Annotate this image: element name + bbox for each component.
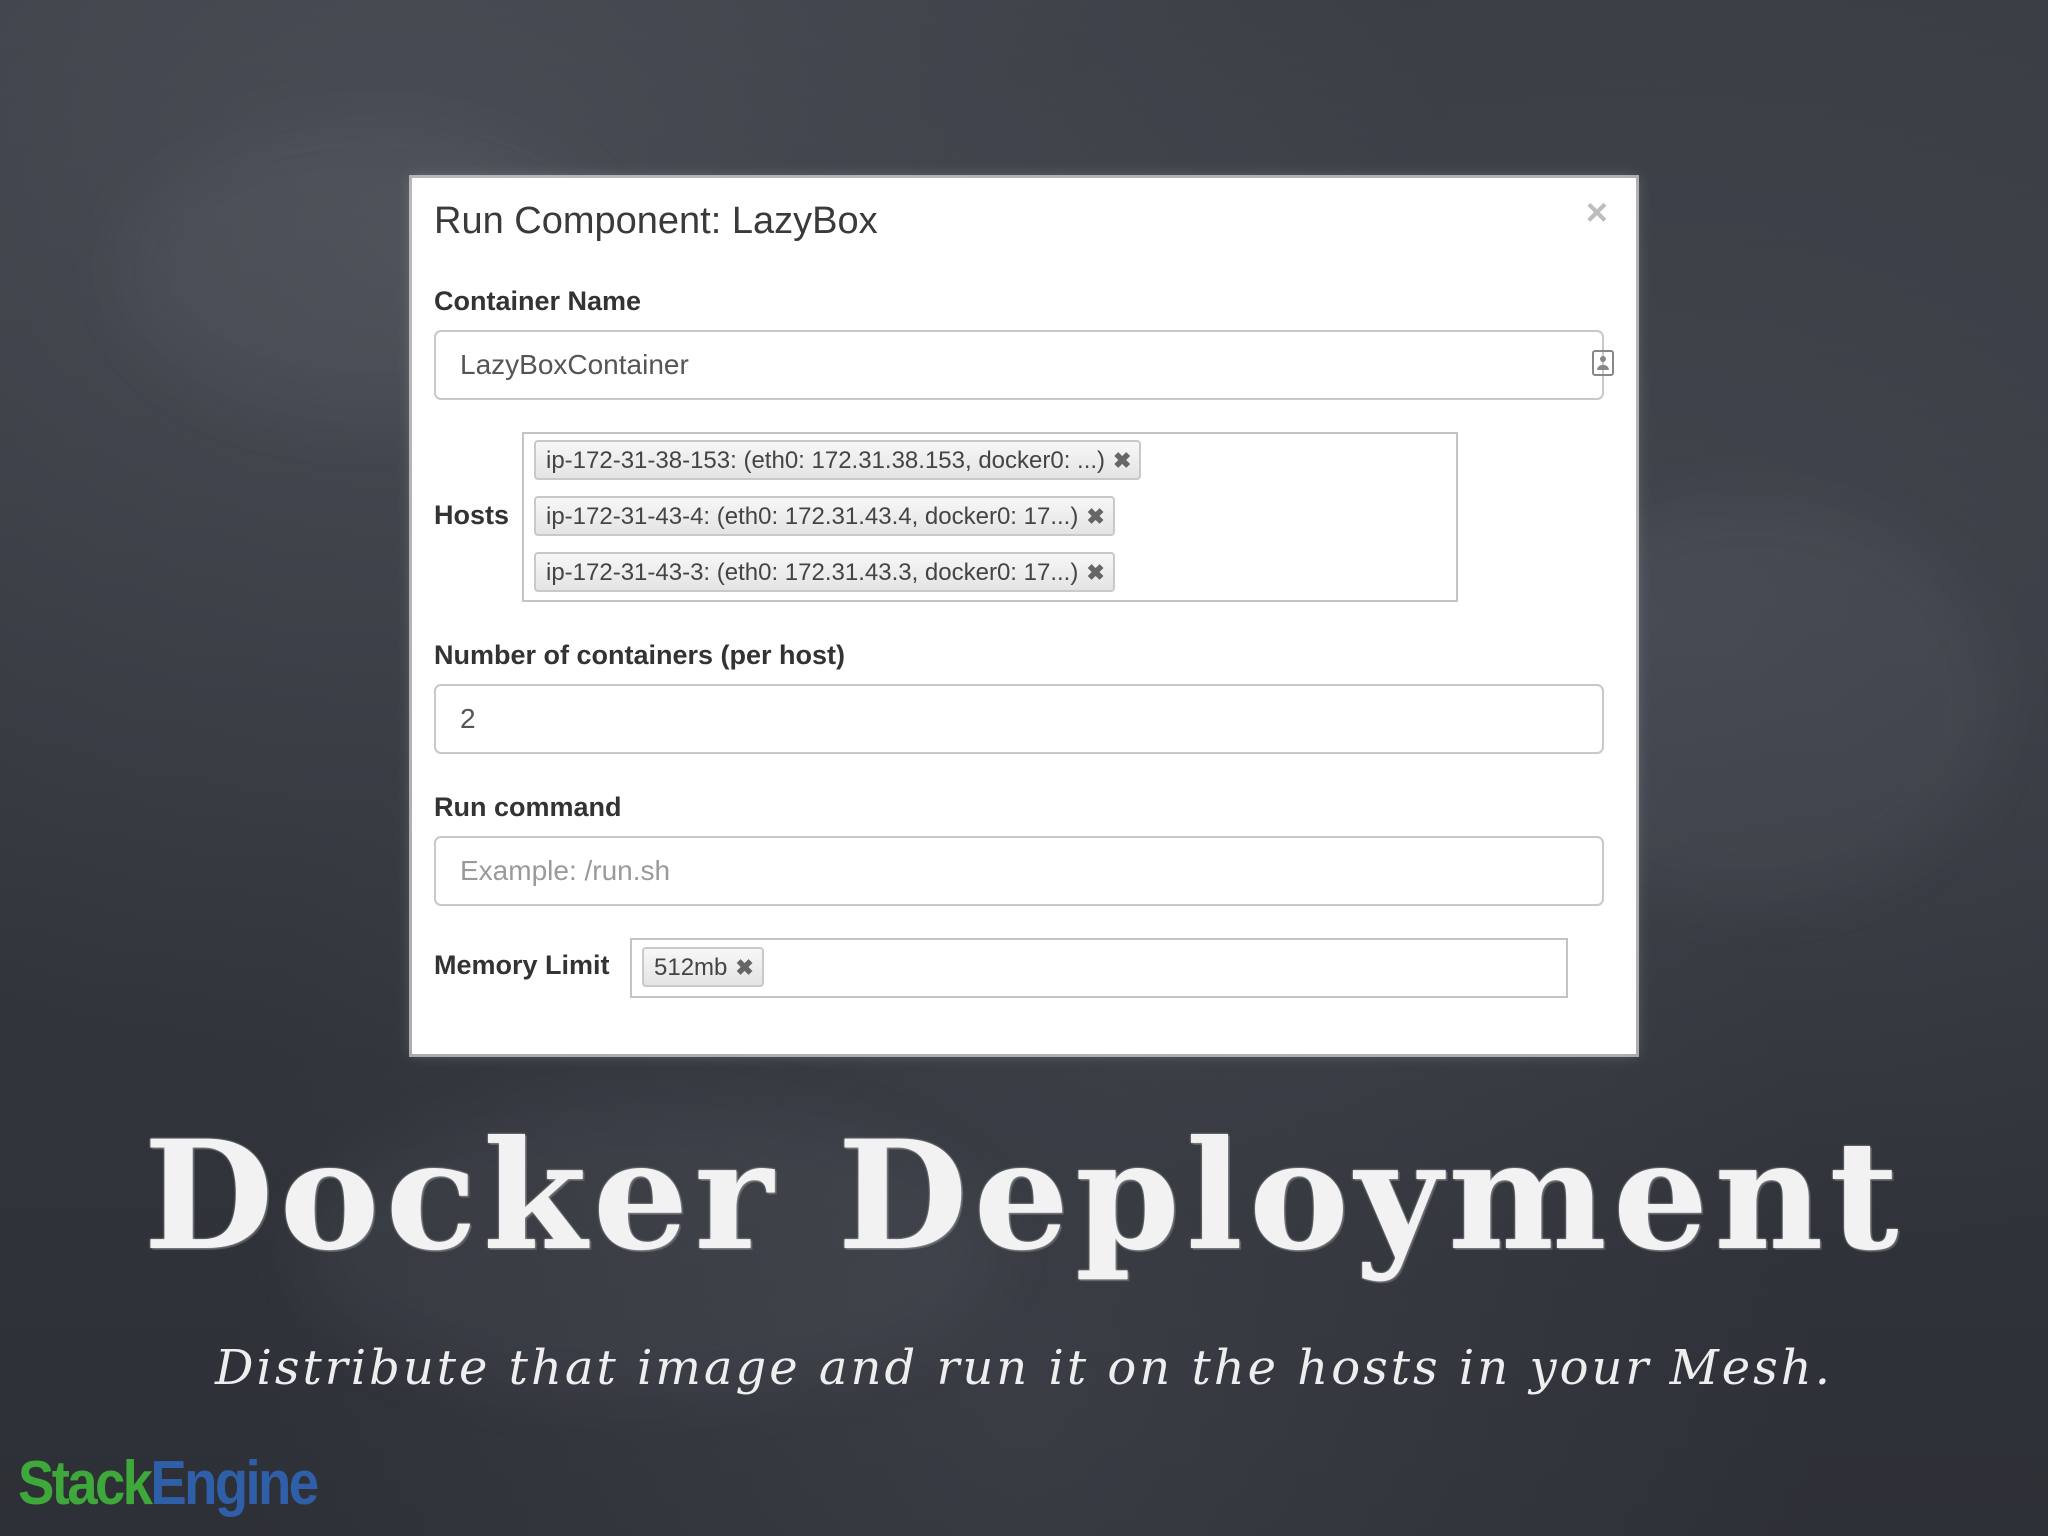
run-component-dialog: Run Component: LazyBox × Container Name …: [412, 178, 1636, 1054]
host-tag: ip-172-31-43-4: (eth0: 172.31.43.4, dock…: [534, 496, 1115, 536]
contact-card-icon: [1592, 350, 1614, 376]
remove-tag-icon[interactable]: ✖: [1086, 554, 1104, 592]
host-tag-label: ip-172-31-43-4: (eth0: 172.31.43.4, dock…: [546, 503, 1079, 530]
run-command-input[interactable]: [434, 836, 1604, 906]
container-name-field-wrap: [412, 330, 1636, 400]
slide-subtitle: Distribute that image and run it on the …: [215, 1340, 1833, 1396]
dialog-title: Run Component: LazyBox: [434, 200, 878, 242]
close-icon[interactable]: ×: [1586, 194, 1608, 232]
run-command-label: Run command: [434, 792, 622, 822]
memory-tag: 512mb ✖: [642, 947, 764, 987]
containers-per-host-input[interactable]: [434, 684, 1604, 754]
host-tag-label: ip-172-31-38-153: (eth0: 172.31.38.153, …: [546, 447, 1106, 474]
memory-tag-label: 512mb: [654, 954, 728, 981]
container-name-label: Container Name: [434, 286, 642, 316]
remove-tag-icon[interactable]: ✖: [1113, 442, 1131, 480]
slide-title: Docker Deployment: [143, 1108, 1905, 1284]
stackengine-logo: StackEngine: [18, 1448, 319, 1519]
remove-tag-icon[interactable]: ✖: [735, 949, 753, 987]
logo-engine-text: Engine: [150, 1449, 319, 1518]
containers-per-host-label: Number of containers (per host): [434, 640, 846, 670]
hosts-label: Hosts: [434, 500, 510, 530]
container-name-input[interactable]: [434, 330, 1604, 400]
logo-stack-text: Stack: [18, 1449, 153, 1518]
host-tag: ip-172-31-43-3: (eth0: 172.31.43.3, dock…: [534, 552, 1115, 592]
hosts-tag-input[interactable]: ip-172-31-38-153: (eth0: 172.31.38.153, …: [522, 432, 1458, 602]
memory-limit-label: Memory Limit: [434, 950, 610, 980]
memory-limit-tag-input[interactable]: 512mb ✖: [630, 938, 1568, 998]
remove-tag-icon[interactable]: ✖: [1086, 498, 1104, 536]
host-tag: ip-172-31-38-153: (eth0: 172.31.38.153, …: [534, 440, 1142, 480]
host-tag-label: ip-172-31-43-3: (eth0: 172.31.43.3, dock…: [546, 559, 1079, 586]
